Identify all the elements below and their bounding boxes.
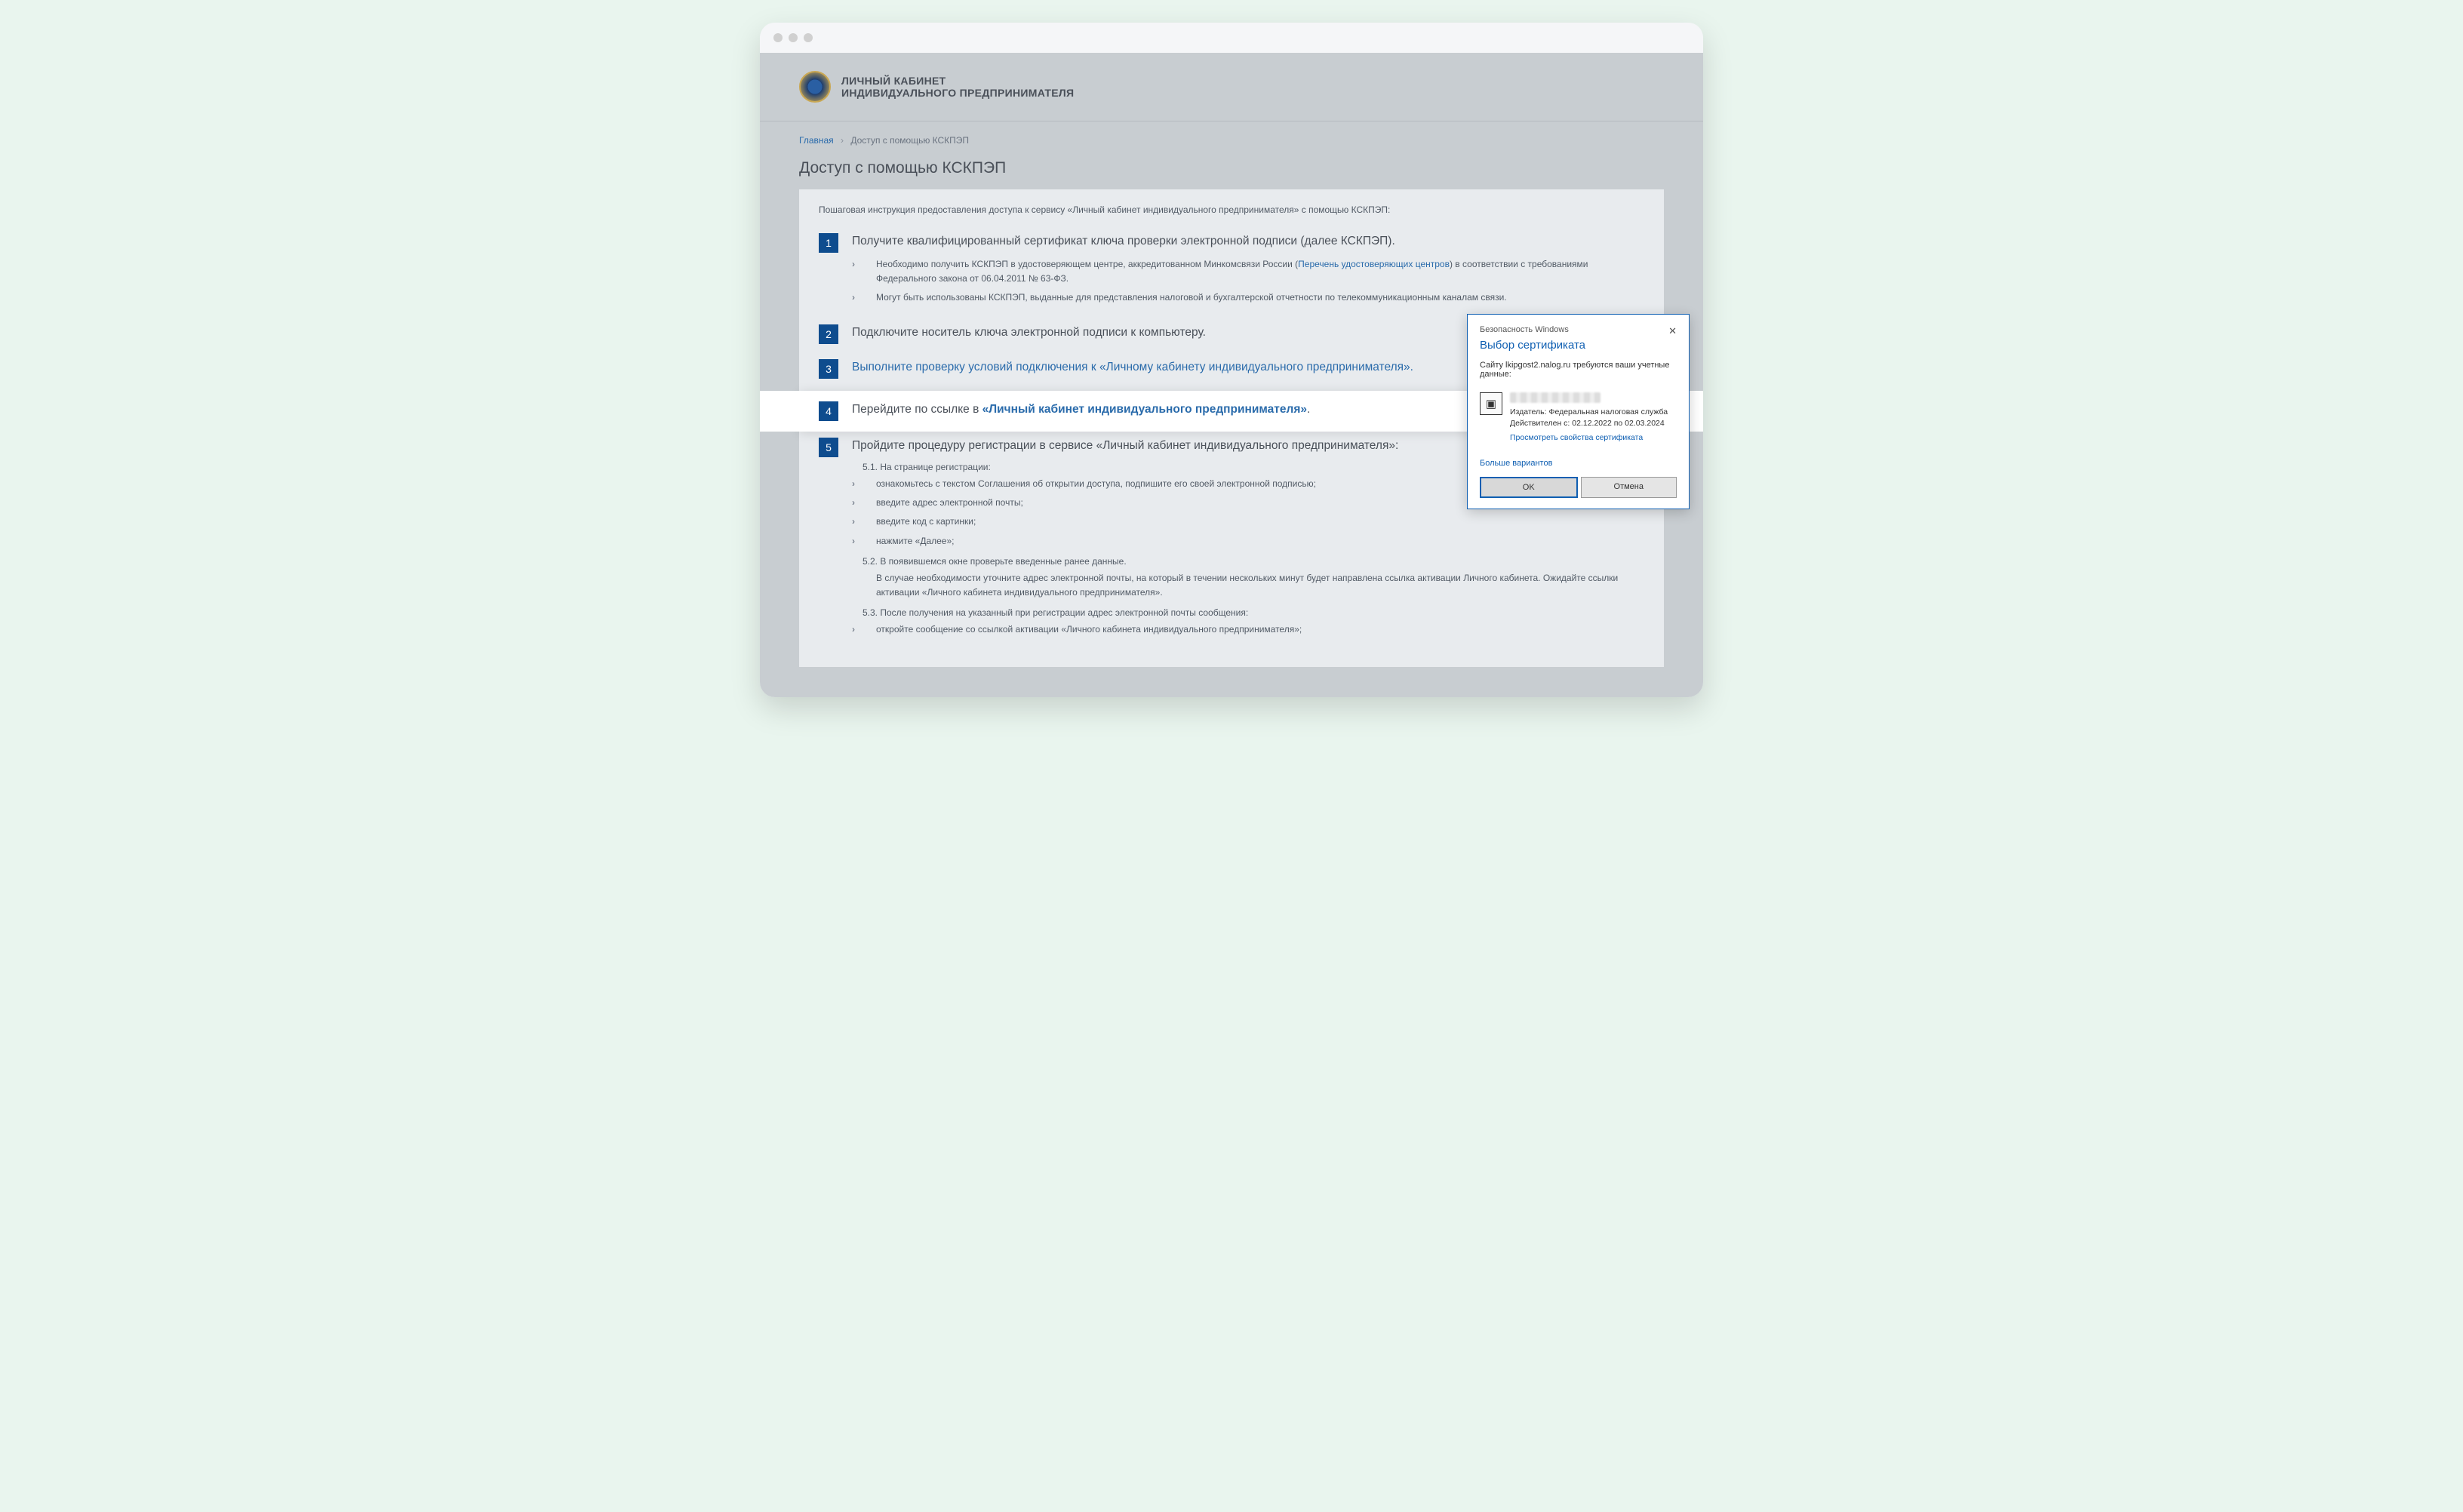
step-1-number: 1 [819, 233, 838, 253]
fns-logo [799, 71, 831, 103]
step-3-number: 3 [819, 359, 838, 379]
site-title-line2: ИНДИВИДУАЛЬНОГО ПРЕДПРИНИМАТЕЛЯ [841, 87, 1074, 99]
step-1-sub2: Могут быть использованы КСКПЭП, выданные… [852, 290, 1644, 305]
certificate-icon: ▣ [1480, 392, 1502, 415]
step-5-1-item4: нажмите «Далее»; [852, 534, 1644, 549]
site-header: ЛИЧНЫЙ КАБИНЕТ ИНДИВИДУАЛЬНОГО ПРЕДПРИНИ… [760, 53, 1703, 121]
cert-centers-link[interactable]: Перечень удостоверяющих центров [1298, 259, 1450, 269]
breadcrumb-separator: › [841, 135, 844, 146]
breadcrumb: Главная › Доступ с помощью КСКПЭП [799, 121, 1664, 159]
dialog-cancel-button[interactable]: Отмена [1581, 477, 1677, 498]
page-title: Доступ с помощью КСКПЭП [799, 159, 1664, 177]
step-1: 1 Получите квалифицированный сертификат … [819, 229, 1644, 320]
step-5-1-item3: введите код с картинки; [852, 515, 1644, 529]
certificate-dialog: Безопасность Windows ✕ Выбор сертификата… [1467, 314, 1690, 509]
step-5-3-label: 5.3. После получения на указанный при ре… [863, 607, 1644, 618]
window-min-dot[interactable] [789, 33, 798, 42]
site-title-block: ЛИЧНЫЙ КАБИНЕТ ИНДИВИДУАЛЬНОГО ПРЕДПРИНИ… [841, 75, 1074, 99]
certificate-option[interactable]: ▣ Издатель: Федеральная налоговая служба… [1480, 388, 1677, 450]
dialog-message: Сайту lkipgost2.nalog.ru требуются ваши … [1480, 361, 1677, 379]
step-4-number: 4 [819, 401, 838, 421]
step-5-number: 5 [819, 438, 838, 457]
browser-window: ЛИЧНЫЙ КАБИНЕТ ИНДИВИДУАЛЬНОГО ПРЕДПРИНИ… [760, 23, 1703, 697]
certificate-validity: Действителен с: 02.12.2022 по 02.03.2024 [1510, 419, 1677, 428]
certificate-issuer: Издатель: Федеральная налоговая служба [1510, 407, 1677, 416]
window-titlebar [760, 23, 1703, 53]
browser-viewport: ЛИЧНЫЙ КАБИНЕТ ИНДИВИДУАЛЬНОГО ПРЕДПРИНИ… [760, 53, 1703, 697]
window-close-dot[interactable] [773, 33, 783, 42]
step-1-title: Получите квалифицированный сертификат кл… [852, 233, 1644, 250]
breadcrumb-home-link[interactable]: Главная [799, 135, 834, 146]
step-5-3-item1: откройте сообщение со ссылкой активации … [852, 622, 1644, 637]
dialog-close-button[interactable]: ✕ [1668, 325, 1677, 337]
window-max-dot[interactable] [804, 33, 813, 42]
step-2-number: 2 [819, 324, 838, 344]
breadcrumb-current: Доступ с помощью КСКПЭП [850, 135, 969, 146]
dialog-security-label: Безопасность Windows [1480, 325, 1569, 334]
dialog-ok-button[interactable]: OK [1480, 477, 1578, 498]
more-options-link[interactable]: Больше вариантов [1480, 459, 1677, 468]
site-title-line1: ЛИЧНЫЙ КАБИНЕТ [841, 75, 1074, 87]
view-cert-properties-link[interactable]: Просмотреть свойства сертификата [1510, 433, 1643, 442]
step-4-link[interactable]: «Личный кабинет индивидуального предприн… [982, 403, 1307, 416]
step-1-sub1: Необходимо получить КСКПЭП в удостоверяю… [852, 257, 1644, 286]
intro-text: Пошаговая инструкция предоставления дост… [819, 204, 1644, 215]
step-5-2-label: 5.2. В появившемся окне проверьте введен… [863, 556, 1644, 567]
dialog-title: Выбор сертификата [1480, 339, 1677, 352]
step-5-2-text: В случае необходимости уточните адрес эл… [852, 571, 1644, 600]
step-3-link[interactable]: «Личному кабинету индивидуального предпр… [1099, 361, 1410, 373]
certificate-name-redacted [1510, 392, 1600, 403]
